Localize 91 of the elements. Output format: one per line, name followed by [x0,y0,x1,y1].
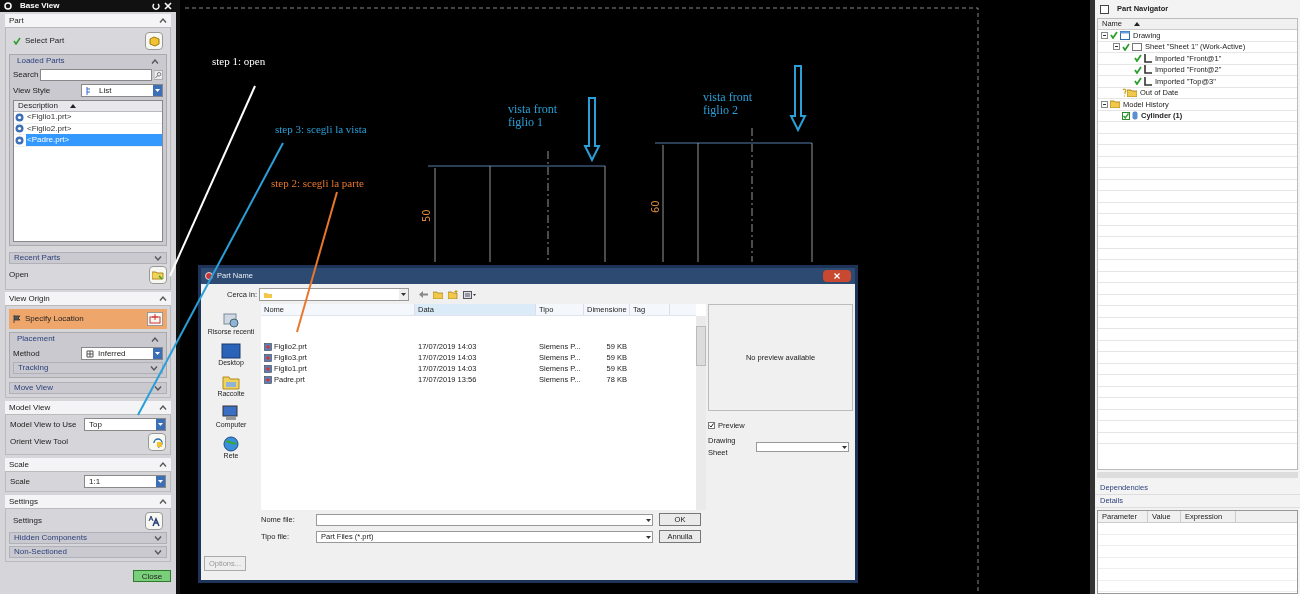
list-item[interactable]: <Figlio2.prt> [26,122,162,135]
field-label: Open [9,269,29,281]
column-header: Description [18,100,58,112]
view-menu-icon [463,290,476,299]
sort-arrow-icon [70,104,76,108]
section-header[interactable]: Model View [5,401,171,414]
step-label: step 3: scegli la vista [275,122,367,137]
network-icon [222,436,240,452]
close-button[interactable]: Close [133,570,171,582]
field-label: View Style [13,84,51,97]
close-button[interactable] [823,270,851,282]
step-label: step 1: open [212,54,266,69]
collapse-icon [1101,100,1108,108]
desktop-icon [221,343,241,359]
dimension-label: 60 [650,200,661,213]
cube-icon [148,35,160,47]
sheet-icon [1132,42,1142,51]
section-header[interactable]: Settings [5,495,171,508]
back-arrow-icon [419,291,428,298]
folder-icon [152,270,164,280]
clock-icon [222,312,240,328]
field-label: Select Part [25,35,65,47]
view-caption: vista front figlio 1 [508,103,558,129]
part-button[interactable] [145,32,163,50]
field-label: Orient View Tool [10,436,68,448]
flag-icon [13,315,21,323]
checkmark-icon [709,423,714,429]
location-icon [147,312,163,326]
field-label: Method [13,347,40,360]
file-icon [264,375,272,384]
question-icon [1122,88,1127,98]
section-header[interactable]: Scale [5,458,171,471]
field-label: Specify Location [25,313,84,325]
close-icon [834,273,840,279]
orient-view-button[interactable] [148,433,166,451]
section-header[interactable]: Recent Parts [9,252,167,264]
field-label: Search [13,69,39,81]
dimension-label: 50 [421,209,432,222]
settings-icon [4,2,12,10]
collapse-icon [1101,31,1108,39]
field-label: Scale [10,475,30,488]
window-icon [1100,4,1109,14]
rotate-icon [151,436,163,448]
step-label: step 2: scegli la parte [271,176,364,191]
method-dropdown[interactable]: Inferred [81,347,163,360]
close-icon [164,2,172,10]
file-icon [264,364,272,373]
section-header[interactable]: View Origin [5,292,171,305]
library-icon [222,374,240,390]
app-icon [205,272,213,280]
section-header[interactable]: Tracking [13,362,163,374]
file-icon [264,342,272,351]
section-header[interactable]: Non-Sectioned [9,546,167,558]
section-header[interactable]: Move View [9,382,167,394]
section-header[interactable]: Hidden Components [9,532,167,544]
cylinder-icon [1132,111,1138,121]
field-label: Model View to Use [10,418,77,431]
specify-location-row[interactable]: Specify Location [9,309,167,329]
drawing-sheet-dropdown[interactable] [756,441,849,452]
file-name-field[interactable] [316,513,653,526]
panel-title: Base View [20,0,61,12]
section-header[interactable]: Placement [13,333,163,345]
scale-dropdown[interactable]: 1:1 [84,475,166,488]
down-arrow-icon [789,65,807,133]
folder-icon [264,291,272,298]
reset-icon [152,2,160,10]
drawing-icon [1120,30,1130,40]
preview-checkbox[interactable] [708,422,715,430]
model-view-dropdown[interactable]: Top [84,418,166,431]
list-icon [86,86,91,95]
list-item[interactable]: <Figlio1.prt> [26,111,162,124]
settings-button[interactable] [145,512,163,530]
computer-icon [222,405,240,421]
checkmark-icon [13,37,21,45]
field-label: Settings [13,515,42,527]
down-arrow-icon [583,97,601,163]
section-header[interactable]: Loaded Parts [13,55,163,67]
text-style-icon [148,515,160,527]
view-caption: vista front figlio 2 [703,91,753,117]
collapse-icon [1113,43,1120,51]
section-header[interactable]: Part [5,14,171,27]
up-folder-icon [433,290,443,299]
file-icon [264,353,272,362]
search-field[interactable] [40,69,153,81]
grid-icon [86,349,94,358]
search-icon [154,69,163,81]
sort-arrow-icon [1134,22,1140,26]
look-in-dropdown[interactable] [259,288,409,301]
view-style-dropdown[interactable]: List [81,84,163,97]
open-button[interactable] [149,266,167,284]
new-folder-icon [448,290,458,299]
